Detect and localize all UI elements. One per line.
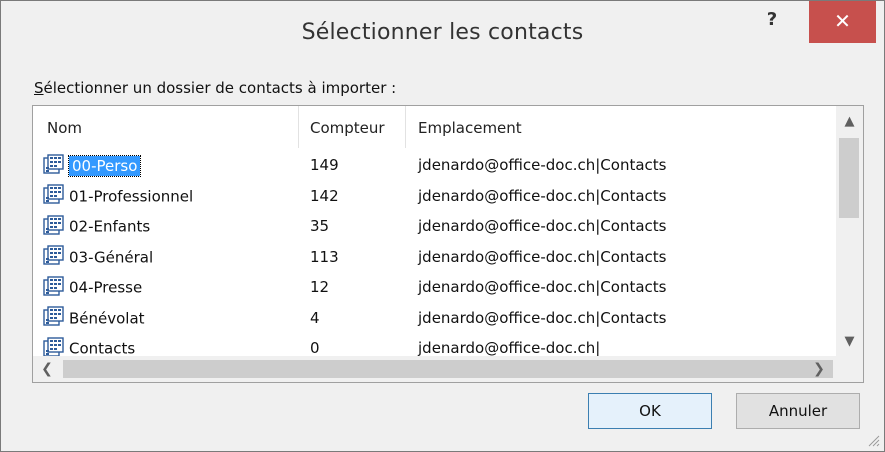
column-header-name[interactable]: Nom <box>33 106 299 148</box>
list-item[interactable]: 02-Enfants 35 jdenardo@office-doc.ch|Conta… <box>33 211 835 242</box>
contacts-folder-list[interactable]: Nom Compteur Emplacement 00-Perso 149 jden… <box>32 105 864 383</box>
folder-count: 35 <box>310 217 330 235</box>
vertical-scrollbar[interactable]: ▲ ▼ <box>836 106 863 356</box>
scroll-down-icon[interactable]: ▼ <box>836 328 863 356</box>
list-item[interactable]: Bénévolat 4 jdenardo@office-doc.ch|Contact… <box>33 303 835 334</box>
folder-name-cell: 01-Professionnel <box>43 181 193 211</box>
folder-name: 03-Général <box>69 248 154 266</box>
folder-location: jdenardo@office-doc.ch|Contacts <box>418 278 667 296</box>
folder-name: Bénévolat <box>69 309 145 327</box>
dialog-window: Sélectionner les contacts ? ✕ Sélectionn… <box>0 0 885 452</box>
contacts-folder-icon <box>43 214 64 235</box>
horizontal-scrollbar[interactable]: ❮ ❯ <box>33 356 863 382</box>
folder-prompt-label: Sélectionner un dossier de contacts à im… <box>34 79 396 97</box>
folder-count: 149 <box>310 156 339 174</box>
folder-location: jdenardo@office-doc.ch|Contacts <box>418 308 667 327</box>
list-rows: 00-Perso 149 jdenardo@office-doc.ch|Contac… <box>33 150 835 364</box>
resize-grip-icon[interactable] <box>866 433 880 447</box>
folder-name: Contacts <box>69 339 136 358</box>
list-item[interactable]: 00-Perso 149 jdenardo@office-doc.ch|Contac… <box>33 150 835 181</box>
folder-location: jdenardo@office-doc.ch|Contacts <box>418 156 667 174</box>
contacts-folder-icon <box>43 306 64 326</box>
folder-name-cell: 02-Enfants <box>43 211 150 241</box>
close-button[interactable]: ✕ <box>809 1 876 43</box>
folder-name: 02-Enfants <box>69 217 151 236</box>
folder-count: 12 <box>310 278 330 296</box>
contacts-folder-icon <box>43 184 64 204</box>
cancel-button[interactable]: Annuler <box>736 393 860 429</box>
folder-name-cell: Bénévolat <box>43 303 145 333</box>
folder-name: 01-Professionnel <box>69 187 194 205</box>
prompt-accelerator: S <box>34 79 44 97</box>
list-item[interactable]: 01-Professionnel 142 jdenardo@office-doc.c… <box>33 181 835 212</box>
contacts-folder-icon <box>43 245 64 265</box>
prompt-text: électionner un dossier de contacts à imp… <box>43 79 397 97</box>
folder-location: jdenardo@office-doc.ch|Contacts <box>418 217 667 235</box>
column-header-location[interactable]: Emplacement <box>406 106 826 148</box>
contacts-folder-icon <box>43 275 64 296</box>
contacts-folder-icon <box>43 153 64 174</box>
folder-count: 142 <box>310 186 339 205</box>
scroll-right-icon[interactable]: ❯ <box>805 356 833 382</box>
folder-count: 113 <box>310 247 339 266</box>
close-icon: ✕ <box>834 9 851 33</box>
folder-count: 4 <box>310 308 320 327</box>
list-header: Nom Compteur Emplacement <box>33 106 835 148</box>
scroll-up-icon[interactable]: ▲ <box>836 108 863 136</box>
scroll-left-icon[interactable]: ❮ <box>33 356 61 382</box>
horizontal-scroll-thumb[interactable] <box>63 360 833 378</box>
folder-name-cell: 04-Presse <box>43 272 142 302</box>
folder-name: 04-Presse <box>69 278 143 297</box>
vertical-scroll-thumb[interactable] <box>839 138 859 218</box>
contacts-folder-icon <box>43 336 64 357</box>
help-button[interactable]: ? <box>752 4 792 40</box>
folder-location: jdenardo@office-doc.ch|Contacts <box>418 247 667 266</box>
folder-name-cell: 03-Général <box>43 242 153 272</box>
list-item[interactable]: 04-Presse 12 jdenardo@office-doc.ch|Contac… <box>33 272 835 303</box>
column-header-count[interactable]: Compteur <box>299 106 406 148</box>
folder-location: jdenardo@office-doc.ch|Contacts <box>418 186 667 205</box>
folder-name-cell: 00-Perso <box>43 150 142 180</box>
title-bar[interactable]: Sélectionner les contacts ? ✕ <box>1 1 884 61</box>
folder-name: 00-Perso <box>67 154 142 177</box>
list-item[interactable]: 03-Général 113 jdenardo@office-doc.ch|Cont… <box>33 242 835 273</box>
ok-button[interactable]: OK <box>588 393 712 429</box>
